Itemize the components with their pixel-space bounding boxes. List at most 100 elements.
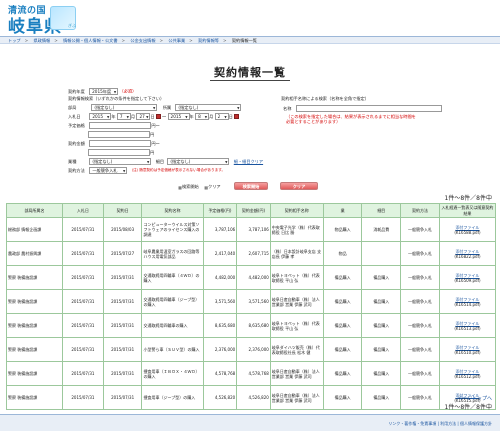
table-cell: 4,482,000 [202, 265, 238, 290]
breadcrumb-item[interactable]: 公金支出情報 [130, 37, 155, 43]
year-select[interactable]: 2015年度 [89, 88, 119, 95]
estimate-to-input[interactable] [88, 131, 150, 138]
table-cell: 岐阜トヨペット（株）代表取締役 平山 弘 [269, 313, 324, 338]
partner-label: 契約相手名称による検索（名称を全角で指定） [281, 96, 369, 101]
range-sep: ～ [161, 113, 167, 119]
table-cell: 2015/07/31 [102, 361, 143, 386]
table-cell: 4,526,820 [202, 385, 238, 410]
breadcrumb-item[interactable]: 県政情報 [33, 37, 50, 43]
date-to-year[interactable]: 2015 [167, 113, 190, 120]
breadcrumb: トップ > 県政情報 > 情報公開・個人情報・公文書 > 公金支出情報 > 公共事業 > … [0, 36, 500, 44]
table-cell: 警察 装備施設課 [5, 265, 64, 290]
condition-label: 契約情報検索（いずれかの条件を指定して下さい） [68, 96, 165, 101]
table-cell: 2015/07/31 [62, 241, 104, 266]
page-top-link[interactable]: ページトップへ [457, 395, 492, 402]
footer-links[interactable]: リンク・著作権・免責事項 | 利用方法 | 個人情報保護方針 [388, 421, 492, 427]
table-row: 警察 装備施設課 2015/07/31 2015/07/31 捜査用車（ＩＢＯＸ・４Ｗ… [5, 361, 497, 386]
result-count-bottom: 1件～8件／8件中 [444, 404, 492, 411]
contract-amount-label: 契約金額 [68, 140, 85, 146]
attachment-filename: (K16822.pdf) [454, 253, 481, 259]
partner-name-input[interactable] [296, 105, 443, 112]
kind-select[interactable]: (指定なし) [167, 158, 230, 165]
attachment-cell: 添付ファイル (K16510.pdf) [438, 337, 497, 362]
table-cell: コンピューターウイルス対策ソフトウェアのライセンス購入の調達 [141, 217, 204, 242]
table-cell: 備品購入 [322, 265, 363, 290]
clear-icon-label: クリア [208, 184, 221, 189]
partner-warning: （この検索を指定した場合は、結果が表示されるまでに相当な時間を必要とすることがあ… [286, 114, 416, 124]
date-from-month[interactable]: 7 [116, 113, 131, 120]
date-to-day[interactable]: 2 [214, 113, 229, 120]
table-cell: 2015/07/31 [62, 337, 104, 362]
mascot-badge-text: ぎふ [68, 23, 76, 28]
table-cell: 岐阜日産自動車（株）法人営業部 営業 伊藤 武司 [269, 289, 324, 314]
table-cell: 岐阜日産自動車（株）法人営業部 営業 伊藤 武司 [269, 361, 324, 386]
table-cell: 2015/07/31 [62, 361, 104, 386]
date-to-month[interactable]: 8 [195, 113, 210, 120]
search-button[interactable]: 検索開始 [234, 182, 268, 190]
unit-day: 日 [228, 113, 233, 119]
table-cell: 8,635,680 [202, 313, 238, 338]
table-cell: 交通取締用四輪車の購入 [141, 313, 204, 338]
table-cell: 総務部 情報企画課 [5, 217, 64, 242]
table-cell: 一般競争入札 [400, 361, 440, 386]
method-note: (注) 随意契約は予定価格が表示されない場合があります。 [131, 168, 226, 172]
clear-button[interactable]: クリア [280, 182, 318, 190]
table-cell: 警察 装備施設課 [5, 313, 64, 338]
table-cell: 2015/07/31 [102, 265, 143, 290]
table-cell: 備品購入 [322, 385, 363, 410]
table-cell: 交通取締用四輪車（ジープ型）の購入 [141, 289, 204, 314]
date-from-year[interactable]: 2015 [89, 113, 112, 120]
site-footer: リンク・著作権・免責事項 | 利用方法 | 個人情報保護方針 [0, 414, 500, 431]
unit-day: 日 [150, 113, 155, 119]
table-cell: 一般競争入札 [400, 241, 440, 266]
table-cell: 2015/07/27 [102, 241, 143, 266]
table-cell: 2015/07/31 [62, 265, 104, 290]
unit-yen: 円 [150, 149, 155, 155]
estimate-from-input[interactable] [89, 122, 152, 129]
attachment-cell: 添付ファイル (K16514.pdf) [438, 289, 497, 314]
amount-from-input[interactable] [89, 140, 152, 147]
table-cell: 警察 装備施設課 [5, 385, 64, 410]
attachment-cell: 添付ファイル (K16822.pdf) [438, 241, 497, 266]
amount-to-input[interactable] [88, 149, 150, 156]
table-cell: 3,787,106 [236, 217, 271, 242]
results-table: 部局所属名 入札日 契約日 契約名称 予定価格(円) 契約金額(円) 契約相手名… [5, 203, 497, 410]
table-cell: 4,578,768 [236, 361, 271, 386]
result-count-top: 1件～8件／8件中 [444, 195, 492, 202]
table-cell: 2015/07/31 [102, 289, 143, 314]
breadcrumb-item[interactable]: 契約情報等 [198, 37, 219, 43]
kind-label: 細目 [155, 158, 165, 164]
table-cell: 一般競争入札 [400, 217, 440, 242]
col-header: 部局所属名 [5, 203, 64, 218]
table-cell: 備品購入 [361, 313, 402, 338]
method-label: 契約方法 [68, 167, 85, 173]
type-select[interactable]: (指定なし) [89, 158, 152, 165]
table-cell: 2015/08/03 [102, 217, 143, 242]
date-from-day[interactable]: 27 [136, 113, 151, 120]
table-row: 警察 装備施設課 2015/07/31 2015/07/31 交通取締用四輪車（４ＷＤ… [5, 265, 497, 290]
breadcrumb-item[interactable]: 情報公開・個人情報・公文書 [63, 37, 117, 43]
calendar-icon[interactable] [233, 114, 239, 119]
col-header: 入札日 [62, 203, 104, 218]
required-mark: （必須） [119, 88, 137, 94]
table-cell: 岐阜トヨペット（株）代表取締役 平山 弘 [269, 265, 324, 290]
attachment-filename: (K16514.pdf) [454, 301, 481, 307]
table-cell: 警察 装備施設課 [5, 361, 64, 386]
breadcrumb-item[interactable]: 公共事業 [168, 37, 185, 43]
table-cell: 物品 [322, 241, 363, 266]
clear-type-link[interactable]: 細・細目クリア [234, 159, 263, 165]
table-cell: 備品購入 [361, 361, 402, 386]
table-cell: 4,578,768 [202, 361, 238, 386]
dept-select[interactable]: (指定なし) [91, 104, 158, 111]
table-cell: 警察 装備施設課 [5, 289, 64, 314]
breadcrumb-item[interactable]: トップ [8, 37, 21, 43]
office-select[interactable]: (指定なし) [175, 104, 242, 111]
method-select[interactable]: 一般競争入札 [89, 167, 128, 174]
table-cell: 4,526,820 [236, 385, 271, 410]
col-header: 予定価格(円) [202, 203, 238, 218]
table-cell: 2015/07/31 [102, 337, 143, 362]
table-cell: 備品購入 [322, 361, 363, 386]
calendar-icon[interactable] [155, 114, 161, 119]
table-cell: 一般競争入札 [400, 337, 440, 362]
table-cell: 警察 装備施設課 [5, 337, 64, 362]
